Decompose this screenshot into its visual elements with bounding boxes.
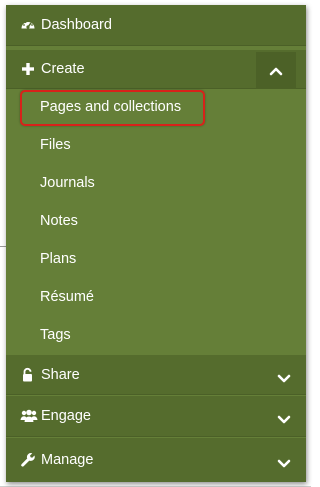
submenu-item-notes[interactable]: Notes <box>6 202 306 240</box>
submenu-item-plans[interactable]: Plans <box>6 240 306 278</box>
submenu-item-resume[interactable]: Résumé <box>6 278 306 316</box>
users-icon <box>20 408 38 424</box>
submenu-item-label: Notes <box>40 213 78 229</box>
nav-item-manage[interactable]: Manage <box>6 438 306 482</box>
nav-item-share[interactable]: Share <box>6 355 306 395</box>
plus-icon <box>20 61 36 77</box>
submenu-item-files[interactable]: Files <box>6 126 306 164</box>
unlock-icon <box>20 367 36 383</box>
nav-item-label: Manage <box>41 452 94 468</box>
nav-item-label: Dashboard <box>41 17 112 33</box>
submenu-item-tags[interactable]: Tags <box>6 316 306 354</box>
submenu-item-label: Files <box>40 137 71 153</box>
submenu-item-label: Tags <box>40 327 71 343</box>
dashboard-gauge-icon <box>20 17 36 33</box>
create-collapse-toggle[interactable] <box>256 52 296 89</box>
nav-item-label: Create <box>41 61 85 77</box>
submenu-item-label: Résumé <box>40 289 94 305</box>
nav-item-create[interactable]: Create <box>6 50 306 89</box>
submenu-item-label: Plans <box>40 251 77 267</box>
nav-item-dashboard[interactable]: Dashboard <box>6 5 306 46</box>
selection-highlight-outline <box>20 90 205 126</box>
chevron-down-icon[interactable] <box>276 412 292 428</box>
chevron-down-icon[interactable] <box>276 371 292 387</box>
submenu-item-label: Journals <box>40 175 95 191</box>
nav-item-engage[interactable]: Engage <box>6 396 306 437</box>
nav-item-label: Engage <box>41 408 91 424</box>
submenu-item-journals[interactable]: Journals <box>6 164 306 202</box>
chevron-up-icon <box>269 67 283 76</box>
main-navigation-menu: Dashboard Create Pages and collections F… <box>6 5 306 482</box>
wrench-icon <box>20 452 36 468</box>
chevron-down-icon[interactable] <box>276 456 292 472</box>
nav-item-label: Share <box>41 366 80 383</box>
